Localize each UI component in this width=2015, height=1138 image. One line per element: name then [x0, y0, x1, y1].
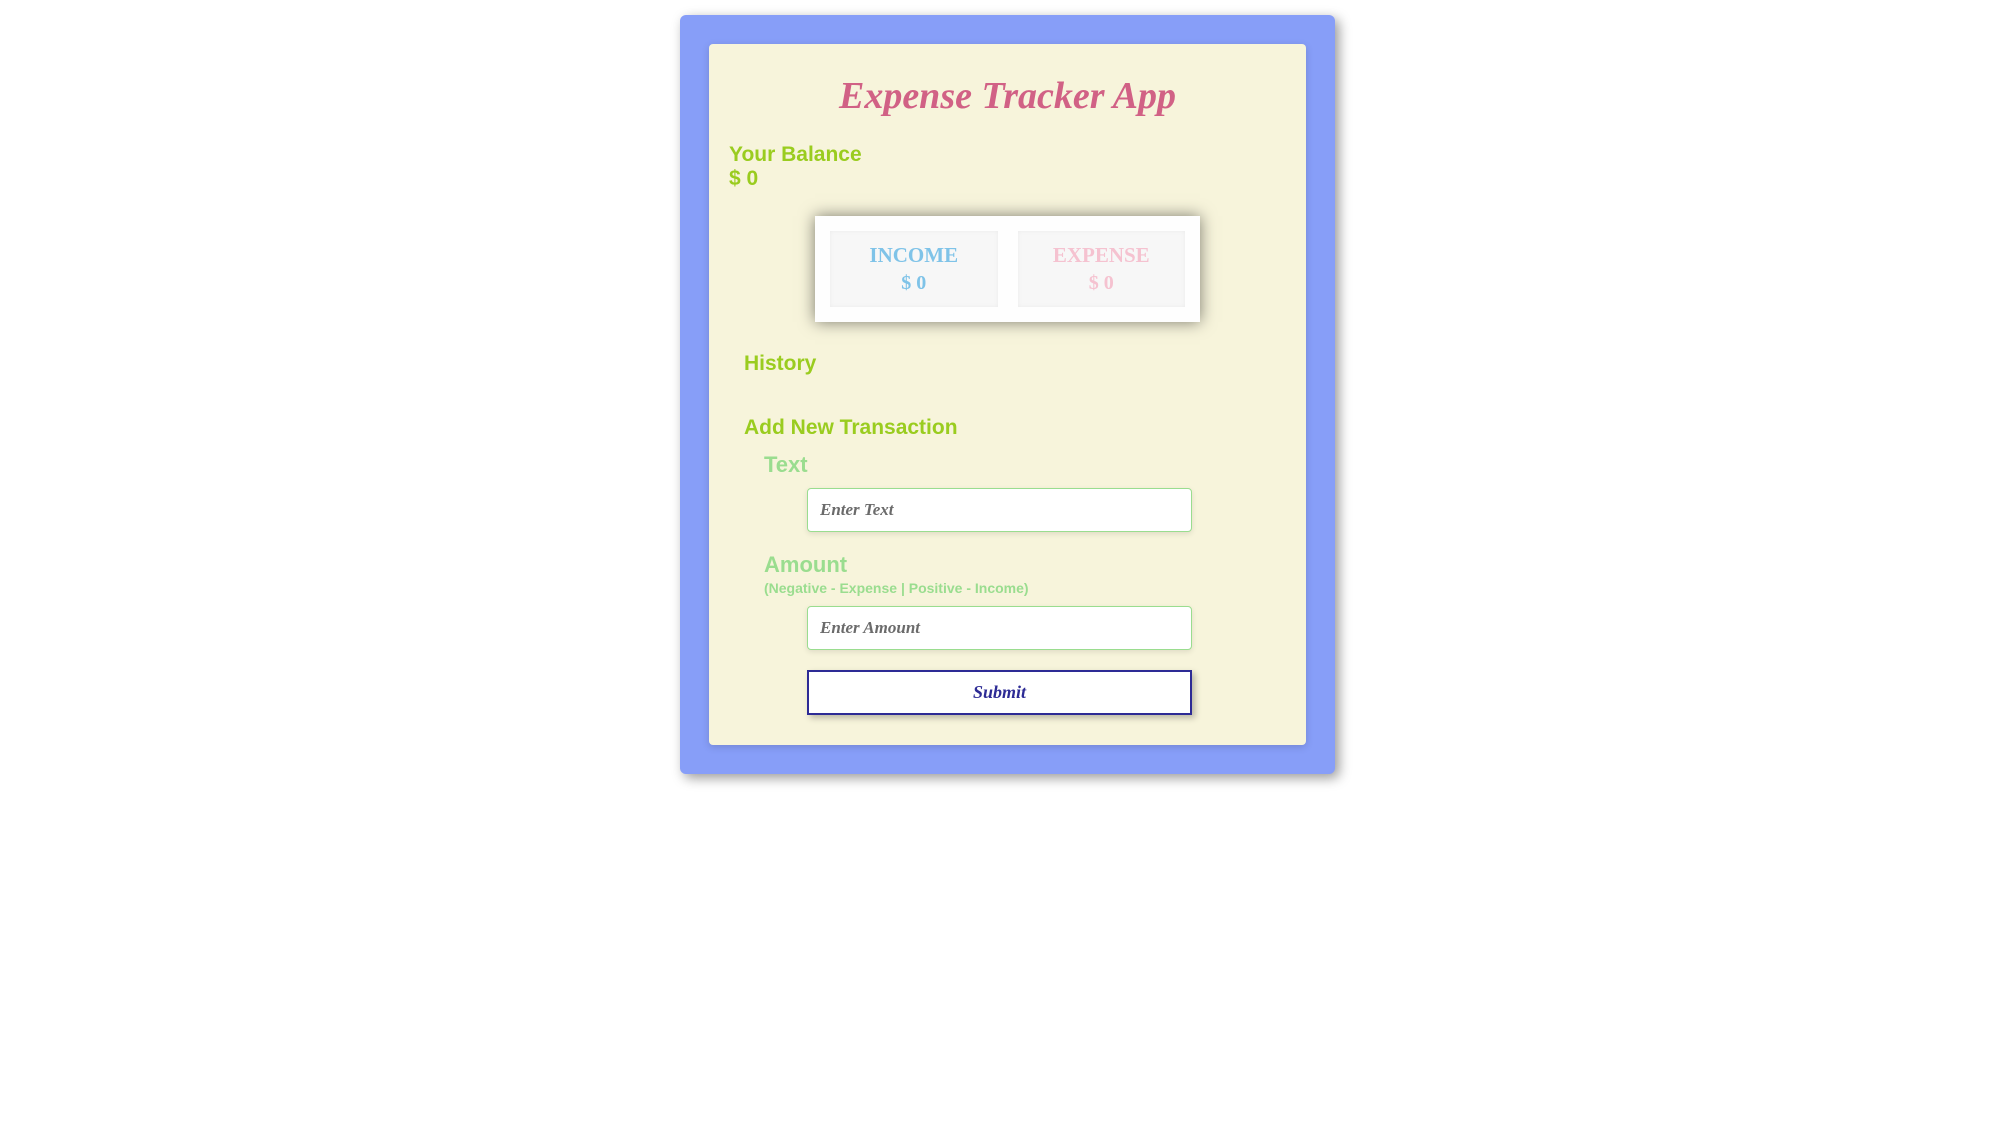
text-form-group: Text: [744, 452, 1271, 532]
income-label: INCOME: [840, 243, 988, 268]
income-card: INCOME $ 0: [830, 231, 998, 307]
app-inner-container: Expense Tracker App Your Balance $ 0 INC…: [709, 44, 1306, 745]
history-section: History: [729, 352, 1286, 376]
expense-label: EXPENSE: [1028, 243, 1176, 268]
text-input[interactable]: [807, 488, 1192, 532]
balance-section: Your Balance $ 0: [729, 143, 1286, 191]
income-expense-box: INCOME $ 0 EXPENSE $ 0: [815, 216, 1200, 322]
income-amount: $ 0: [840, 272, 988, 295]
balance-label: Your Balance: [729, 143, 1286, 167]
amount-form-group: Amount (Negative - Expense | Positive - …: [744, 552, 1271, 650]
balance-amount: $ 0: [729, 167, 1286, 191]
expense-card: EXPENSE $ 0: [1018, 231, 1186, 307]
app-outer-container: Expense Tracker App Your Balance $ 0 INC…: [680, 15, 1335, 774]
history-label: History: [744, 352, 1271, 376]
add-transaction-title: Add New Transaction: [744, 416, 1271, 440]
amount-label: Amount: [764, 552, 1271, 578]
add-transaction-section: Add New Transaction Text Amount (Negativ…: [729, 416, 1286, 715]
expense-amount: $ 0: [1028, 272, 1176, 295]
text-label: Text: [764, 452, 1271, 478]
amount-input[interactable]: [807, 606, 1192, 650]
app-title: Expense Tracker App: [729, 74, 1286, 118]
amount-sublabel: (Negative - Expense | Positive - Income): [764, 580, 1271, 596]
submit-button[interactable]: Submit: [807, 670, 1192, 715]
